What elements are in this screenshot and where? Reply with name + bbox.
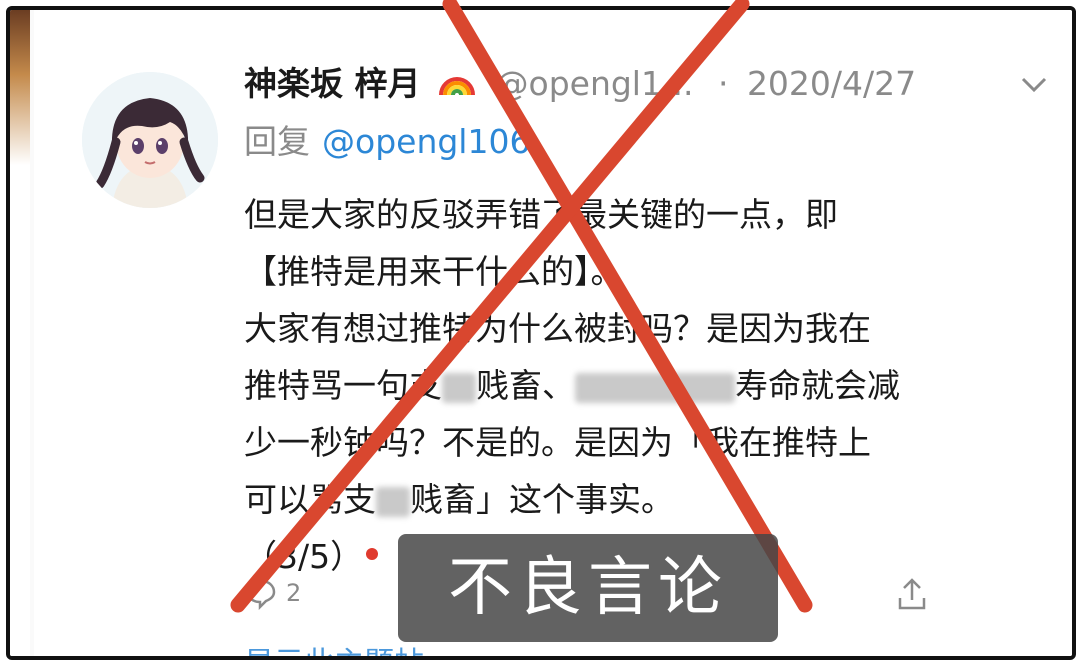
share-icon [898,578,926,610]
body-segment: 推特骂一句支 [244,366,442,405]
reply-prefix: 回复 [244,122,310,161]
censor-blur [575,372,735,403]
body-segment: 可以骂支 [244,480,376,519]
tweet-date[interactable]: 2020/4/27 [747,64,916,103]
censor-blur [442,372,476,403]
reply-button[interactable]: 2 [244,576,301,610]
rainbow-icon [437,63,477,108]
caption-label: 不良言论 [398,534,778,642]
body-line: 推特骂一句支 贱畜、 寿命就会减 [244,357,1044,414]
body-line: 但是大家的反驳弄错了最关键的一点，即 [244,195,838,234]
tweet-header: 神楽坂 梓月 @opengl1... · 2020/4/27 [244,62,916,106]
comment-icon [246,579,276,610]
avatar[interactable] [82,72,218,208]
user-handle[interactable]: @opengl1... [496,64,694,103]
body-segment: 寿命就会减 [735,366,900,405]
censor-blur [376,486,410,517]
body-line: 少一秒钟吗？不是的。是因为「我在推特上 [244,423,871,462]
chevron-down-icon[interactable] [1019,72,1049,100]
avatar-illustration [82,72,218,208]
display-name[interactable]: 神楽坂 梓月 [244,64,421,103]
body-segment: 贱畜」这个事实。 [410,480,674,519]
tweet-body: 但是大家的反驳弄错了最关键的一点，即 【推特是用来干什么的】。 大家有想过推特为… [244,186,1044,585]
show-thread-link[interactable]: 显示此主题帖 [244,638,424,656]
reply-context: 回复 @opengl106 [244,120,530,164]
separator-dot: · [717,64,729,103]
reply-mention[interactable]: @opengl106 [322,122,530,161]
reply-count: 2 [286,579,302,607]
share-button[interactable] [894,576,930,612]
body-line: 可以骂支 贱畜」这个事实。 [244,471,1044,528]
body-line: 大家有想过推特为什么被封吗？是因为我在 [244,309,871,348]
strip-fragment [10,220,26,248]
adjacent-window-strip [10,10,30,656]
body-line: 【推特是用来干什么的】。 [244,252,624,291]
body-segment: 贱畜、 [476,366,575,405]
recording-dot-icon [366,548,378,560]
